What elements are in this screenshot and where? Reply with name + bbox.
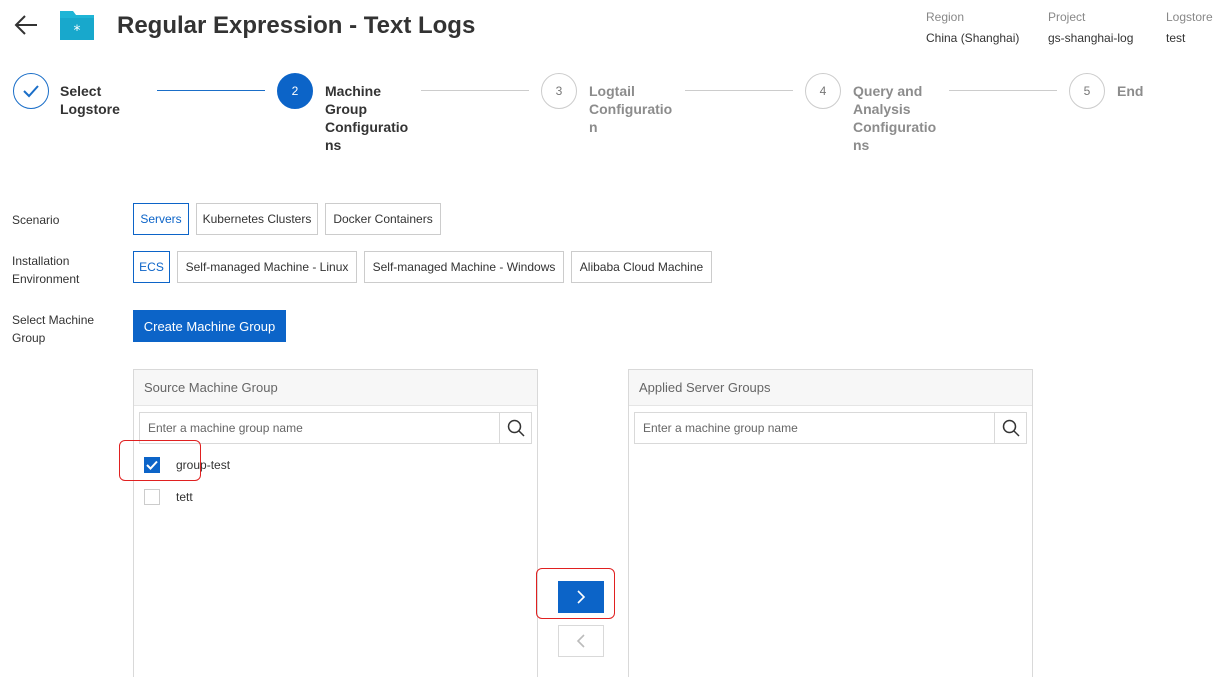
- step-5-indicator: 5: [1069, 73, 1105, 109]
- source-search-box: Enter a machine group name: [139, 412, 532, 444]
- install-linux-option[interactable]: Self-managed Machine - Linux: [177, 251, 357, 283]
- source-search-button[interactable]: [499, 413, 531, 443]
- install-alibaba-option[interactable]: Alibaba Cloud Machine: [571, 251, 712, 283]
- step-connector: [157, 90, 265, 91]
- scenario-docker-option[interactable]: Docker Containers: [325, 203, 441, 235]
- select-machine-group-label: Select Machine Group: [12, 313, 95, 345]
- source-search-input[interactable]: Enter a machine group name: [140, 413, 499, 443]
- meta-logstore: Logstore test: [1166, 7, 1213, 49]
- applied-server-groups-panel: Applied Server Groups Enter a machine gr…: [628, 369, 1033, 677]
- step-5-label: End: [1117, 83, 1144, 99]
- search-icon: [1002, 419, 1020, 437]
- scenario-servers-option[interactable]: Servers: [133, 203, 189, 235]
- create-machine-group-button[interactable]: Create Machine Group: [133, 310, 286, 342]
- search-icon: [507, 419, 525, 437]
- chevron-left-icon: [576, 634, 585, 648]
- meta-value: test: [1166, 31, 1186, 45]
- svg-text:*: *: [74, 23, 81, 39]
- step-2-label: Machine Group Configuratio ns: [325, 83, 409, 153]
- step-3-label: Logtail Configuratio n: [589, 83, 673, 135]
- step-3-indicator: 3: [541, 73, 577, 109]
- target-panel-title: Applied Server Groups: [629, 370, 1032, 406]
- highlight-box: [536, 568, 615, 619]
- source-machine-group-panel: Source Machine Group Enter a machine gro…: [133, 369, 538, 677]
- checkbox[interactable]: [144, 489, 160, 505]
- meta-value: gs-shanghai-log: [1048, 31, 1134, 45]
- meta-project: Project gs-shanghai-log: [1048, 7, 1133, 49]
- target-search-input[interactable]: Enter a machine group name: [635, 413, 994, 443]
- target-search-button[interactable]: [994, 413, 1026, 443]
- step-connector: [421, 90, 529, 91]
- step-2-indicator: 2: [277, 73, 313, 109]
- page-title: Regular Expression - Text Logs: [117, 12, 476, 39]
- scenario-label: Scenario: [12, 213, 60, 227]
- meta-label: Project: [1048, 10, 1086, 24]
- step-4-label: Query and Analysis Configuratio ns: [853, 83, 937, 153]
- target-search-box: Enter a machine group name: [634, 412, 1027, 444]
- step-1-indicator: [13, 73, 49, 109]
- check-icon: [23, 85, 39, 98]
- logstore-folder-icon: *: [58, 8, 96, 42]
- highlight-box: [119, 440, 201, 481]
- meta-value: China (Shanghai): [926, 31, 1020, 45]
- scenario-kubernetes-option[interactable]: Kubernetes Clusters: [196, 203, 318, 235]
- step-connector: [949, 90, 1057, 91]
- step-4-indicator: 4: [805, 73, 841, 109]
- meta-region: Region China (Shanghai): [926, 7, 1019, 49]
- list-item-label: tett: [176, 490, 193, 504]
- arrow-left-icon: [14, 15, 37, 35]
- meta-label: Region: [926, 10, 965, 24]
- back-button[interactable]: [12, 12, 40, 38]
- step-1-label: Select Logstore: [60, 83, 120, 117]
- source-panel-title: Source Machine Group: [134, 370, 537, 406]
- install-env-label: Installation Environment: [12, 254, 80, 286]
- move-left-button[interactable]: [558, 625, 604, 657]
- list-item[interactable]: tett: [144, 488, 193, 506]
- install-ecs-option[interactable]: ECS: [133, 251, 170, 283]
- install-windows-option[interactable]: Self-managed Machine - Windows: [364, 251, 564, 283]
- step-connector: [685, 90, 793, 91]
- meta-label: Logstore: [1166, 10, 1213, 24]
